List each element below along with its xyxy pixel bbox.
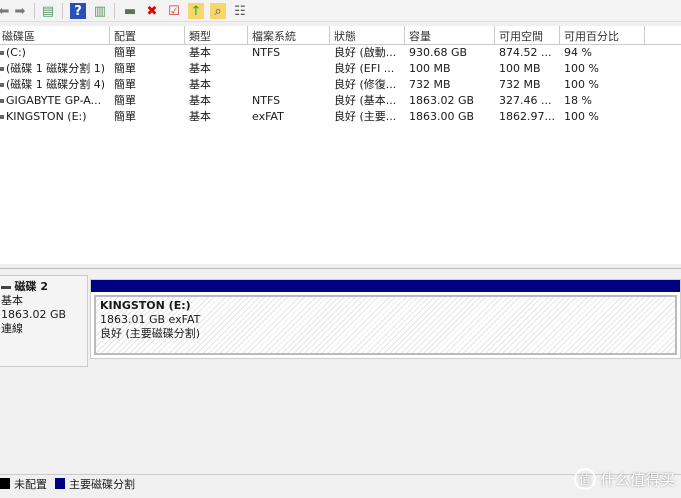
table-cell: 良好 (主要...: [334, 110, 397, 123]
disk-icon: [1, 285, 11, 289]
table-cell: 基本: [189, 78, 211, 91]
table-cell: (磁碟 1 磁碟分割 4): [6, 78, 106, 91]
separator: [62, 3, 63, 19]
folder-up-icon[interactable]: ↑: [188, 3, 204, 19]
watermark-text: 什么值得买: [599, 470, 675, 489]
table-cell: 1863.00 GB: [409, 110, 475, 123]
table-cell: 874.52 ...: [499, 46, 552, 59]
table-row[interactable]: (磁碟 1 磁碟分割 1) 簡單 基本 良好 (EFI ... 100 MB 100 MB…: [0, 61, 681, 77]
table-cell: 簡單: [114, 110, 136, 123]
column-header[interactable]: 狀態: [330, 26, 405, 45]
table-cell: NTFS: [252, 46, 281, 59]
table-cell: 良好 (啟動...: [334, 46, 397, 59]
table-cell: 基本: [189, 46, 211, 59]
partition-color-bar: [91, 280, 680, 292]
table-cell: 930.68 GB: [409, 46, 468, 59]
delete-icon[interactable]: ✖: [144, 3, 160, 19]
table-cell: (C:): [6, 46, 26, 59]
table-cell: 簡單: [114, 46, 136, 59]
table-cell: 732 MB: [499, 78, 541, 91]
column-header[interactable]: 可用空間: [495, 26, 560, 45]
table-cell: (磁碟 1 磁碟分割 1): [6, 62, 106, 75]
separator: [34, 3, 35, 19]
table-cell: exFAT: [252, 110, 284, 123]
disk-status: 連線: [1, 322, 23, 335]
settings-list-icon[interactable]: ☷: [232, 3, 248, 19]
column-header[interactable]: 磁碟區: [0, 26, 110, 45]
back-icon[interactable]: ⬅: [0, 3, 12, 19]
column-header[interactable]: 可用百分比: [560, 26, 645, 45]
legend-primary-swatch: [55, 478, 65, 489]
partition-body: KINGSTON (E:) 1863.01 GB exFAT 良好 (主要磁碟分…: [94, 295, 677, 355]
table-cell: NTFS: [252, 94, 281, 107]
table-row[interactable]: (C:) 簡單 基本 NTFS 良好 (啟動... 930.68 GB 874.52 ...…: [0, 45, 681, 61]
disk-size: 1863.02 GB: [1, 308, 67, 321]
table-cell: 良好 (EFI ...: [334, 62, 395, 75]
table-cell: 327.46 ...: [499, 94, 552, 107]
table-cell: [248, 77, 330, 93]
table-cell: 基本: [189, 62, 211, 75]
table-cell: 良好 (修復...: [334, 78, 397, 91]
action-pane-icon[interactable]: ▥: [92, 3, 108, 19]
table-cell: GIGABYTE GP-A...: [6, 94, 102, 107]
column-header[interactable]: 檔案系統: [248, 26, 330, 45]
partition-name: KINGSTON (E:): [100, 299, 191, 312]
disk-graphical-view: 磁碟 2 基本 1863.02 GB 連線 KINGSTON (E:) 1863…: [0, 268, 681, 474]
partition-kingston[interactable]: KINGSTON (E:) 1863.01 GB exFAT 良好 (主要磁碟分…: [90, 279, 681, 359]
table-row[interactable]: (磁碟 1 磁碟分割 4) 簡單 基本 良好 (修復... 732 MB 732 MB 10…: [0, 77, 681, 93]
table-cell: 100 MB: [409, 62, 451, 75]
partition-size: 1863.01 GB exFAT: [100, 313, 201, 326]
table-row[interactable]: GIGABYTE GP-A... 簡單 基本 NTFS 良好 (基本... 1863.02…: [0, 93, 681, 109]
watermark: 值 什么值得买: [573, 468, 675, 490]
disk-type: 基本: [1, 294, 23, 307]
disk-2-info[interactable]: 磁碟 2 基本 1863.02 GB 連線: [0, 275, 88, 367]
disk-name: 磁碟 2: [14, 280, 48, 293]
forward-icon[interactable]: ➡: [12, 3, 28, 19]
table-cell: 簡單: [114, 78, 136, 91]
column-header[interactable]: 配置: [110, 26, 185, 45]
table-cell: [248, 61, 330, 77]
table-cell: 1863.02 GB: [409, 94, 475, 107]
table-cell: 基本: [189, 110, 211, 123]
legend-primary: 主要磁碟分割: [69, 477, 135, 491]
table-cell: 1862.97...: [499, 110, 555, 123]
table-cell: 100 %: [564, 110, 599, 123]
table-cell: KINGSTON (E:): [6, 110, 87, 123]
folder-search-icon[interactable]: ⌕: [210, 3, 226, 19]
table-cell: 732 MB: [409, 78, 451, 91]
table-cell: 18 %: [564, 94, 592, 107]
column-header[interactable]: 容量: [405, 26, 495, 45]
table-cell: 100 MB: [499, 62, 541, 75]
table-cell: 94 %: [564, 46, 592, 59]
watermark-badge: 值: [573, 468, 596, 490]
toolbar: ⬅ ➡ ▤ ? ▥ ▬ ✖ ☑ ↑ ⌕ ☷: [0, 0, 681, 22]
partition-status: 良好 (主要磁碟分割): [100, 327, 201, 340]
properties-check-icon[interactable]: ☑: [166, 3, 182, 19]
console-tree-icon[interactable]: ▤: [40, 3, 56, 19]
table-cell: 簡單: [114, 62, 136, 75]
table-cell: 簡單: [114, 94, 136, 107]
separator: [114, 3, 115, 19]
table-cell: 良好 (基本...: [334, 94, 397, 107]
table-cell: 100 %: [564, 78, 599, 91]
table-cell: 100 %: [564, 62, 599, 75]
legend-unallocated: 未配置: [14, 477, 47, 491]
column-header[interactable]: 類型: [185, 26, 248, 45]
legend-unallocated-swatch: [0, 478, 10, 489]
help-icon[interactable]: ?: [70, 3, 86, 19]
table-row[interactable]: KINGSTON (E:) 簡單 基本 exFAT 良好 (主要... 1863.00 G…: [0, 109, 681, 125]
volume-list[interactable]: 磁碟區 配置 類型 檔案系統 狀態 容量 可用空間 可用百分比 (C:) 簡單 基本 NTFS 良好 (…: [0, 26, 681, 264]
column-header[interactable]: [645, 26, 681, 45]
table-cell: 基本: [189, 94, 211, 107]
connect-disk-icon[interactable]: ▬: [122, 3, 138, 19]
